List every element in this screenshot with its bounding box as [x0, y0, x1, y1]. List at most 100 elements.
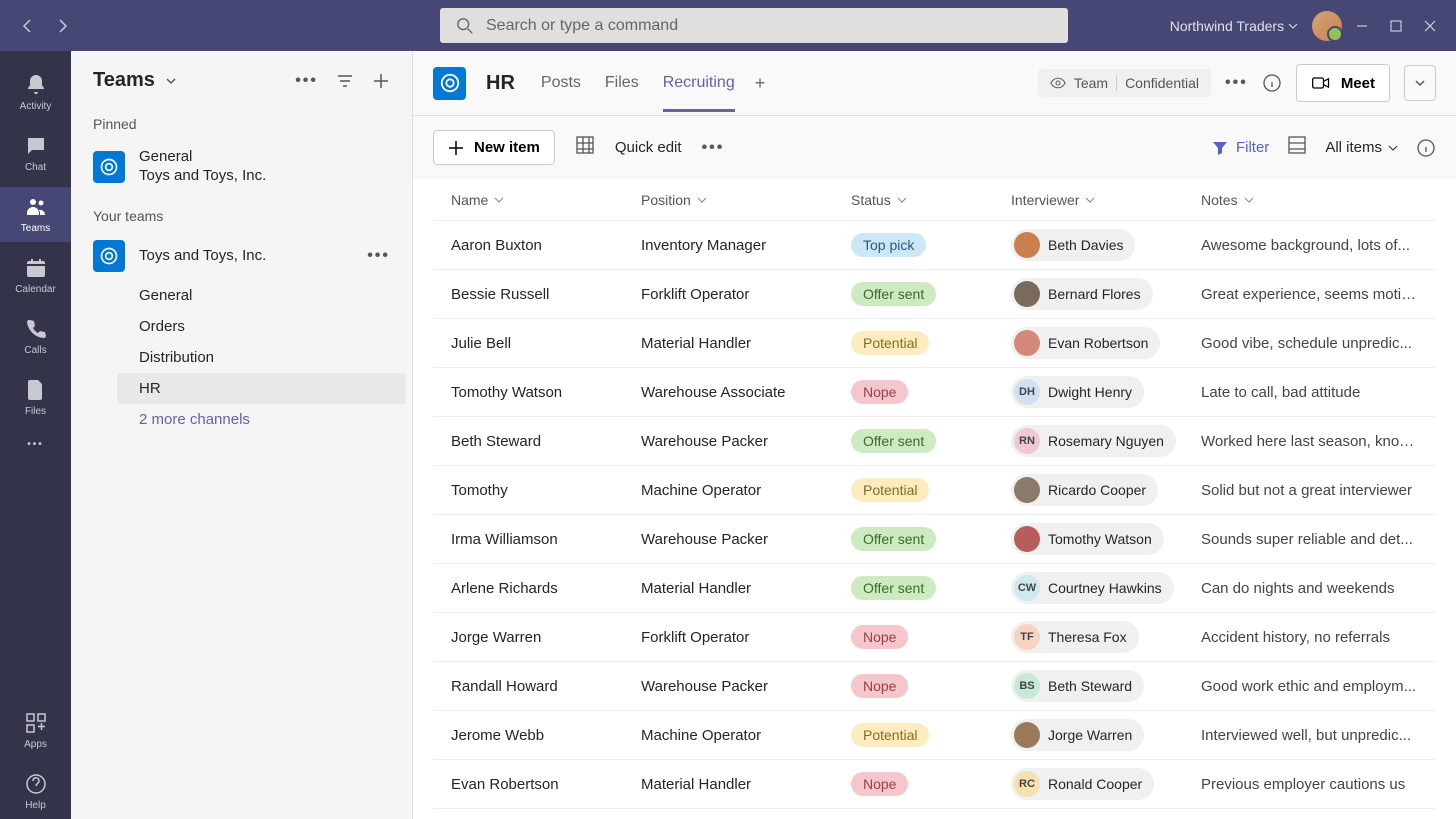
- cell-status: Nope: [851, 380, 1011, 404]
- cell-status: Nope: [851, 674, 1011, 698]
- column-notes[interactable]: Notes: [1201, 192, 1418, 208]
- table-row[interactable]: Evan RobertsonMaterial HandlerNopeRCRona…: [433, 760, 1436, 809]
- pinned-channel[interactable]: GeneralToys and Toys, Inc.: [71, 140, 412, 194]
- cell-notes: Late to call, bad attitude: [1201, 384, 1418, 401]
- table-row[interactable]: Arlene RichardsMaterial HandlerOffer sen…: [433, 564, 1436, 613]
- cell-status: Offer sent: [851, 429, 1011, 453]
- filter-button[interactable]: Filter: [1212, 139, 1269, 156]
- toolbar-more-icon[interactable]: •••: [702, 139, 725, 157]
- cell-interviewer: RNRosemary Nguyen: [1011, 425, 1201, 457]
- channel-title: HR: [486, 72, 515, 95]
- cell-position: Machine Operator: [641, 727, 851, 744]
- channel-hr[interactable]: HR: [117, 373, 406, 404]
- column-interviewer[interactable]: Interviewer: [1011, 192, 1201, 208]
- channel-orders[interactable]: Orders: [117, 311, 406, 342]
- cell-position: Material Handler: [641, 580, 851, 597]
- cell-position: Material Handler: [641, 335, 851, 352]
- rail-chat[interactable]: Chat: [0, 126, 71, 181]
- back-icon[interactable]: [20, 18, 36, 34]
- rail-teams[interactable]: Teams: [0, 187, 71, 242]
- table-row[interactable]: Julie BellMaterial HandlerPotentialEvan …: [433, 319, 1436, 368]
- add-tab-button[interactable]: +: [755, 73, 766, 94]
- column-position[interactable]: Position: [641, 192, 851, 208]
- cell-name: Irma Williamson: [451, 531, 641, 548]
- cell-status: Potential: [851, 723, 1011, 747]
- tab-files[interactable]: Files: [605, 54, 639, 112]
- sidebar-title[interactable]: Teams: [93, 69, 155, 92]
- cell-status: Potential: [851, 331, 1011, 355]
- cell-name: Bessie Russell: [451, 286, 641, 303]
- sensitivity-label[interactable]: Team Confidential: [1038, 69, 1211, 97]
- meet-button[interactable]: Meet: [1296, 64, 1390, 102]
- cell-notes: Interviewed well, but unpredic...: [1201, 727, 1418, 744]
- channel-general[interactable]: General: [117, 280, 406, 311]
- tab-more-icon[interactable]: •••: [1225, 74, 1248, 92]
- list-toolbar: New item Quick edit ••• Filter All items: [413, 116, 1456, 179]
- cell-interviewer: Evan Robertson: [1011, 327, 1201, 359]
- table-row[interactable]: Tomothy WatsonWarehouse AssociateNopeDHD…: [433, 368, 1436, 417]
- cell-name: Julie Bell: [451, 335, 641, 352]
- info-icon[interactable]: [1262, 73, 1282, 93]
- cell-status: Offer sent: [851, 576, 1011, 600]
- quick-edit-button[interactable]: Quick edit: [615, 139, 682, 156]
- cell-notes: Sounds super reliable and det...: [1201, 531, 1418, 548]
- grid-view-icon[interactable]: [575, 135, 595, 160]
- team-more-icon[interactable]: •••: [367, 247, 390, 265]
- app-rail: Activity Chat Teams Calendar Calls Files…: [0, 51, 71, 819]
- table-row[interactable]: Beth StewardWarehouse PackerOffer sentRN…: [433, 417, 1436, 466]
- rail-files[interactable]: Files: [0, 370, 71, 425]
- video-icon: [1311, 73, 1331, 93]
- table-row[interactable]: Aaron BuxtonInventory ManagerTop pickBet…: [433, 221, 1436, 270]
- cell-status: Nope: [851, 625, 1011, 649]
- rail-apps[interactable]: Apps: [0, 703, 71, 758]
- view-selector[interactable]: All items: [1325, 139, 1398, 156]
- search-input[interactable]: Search or type a command: [440, 8, 1068, 43]
- team-icon: [93, 240, 125, 272]
- cell-status: Nope: [851, 772, 1011, 796]
- chevron-down-icon[interactable]: [165, 75, 177, 87]
- table-row[interactable]: TomothyMachine OperatorPotentialRicardo …: [433, 466, 1436, 515]
- view-options-icon[interactable]: [1287, 135, 1307, 160]
- new-item-button[interactable]: New item: [433, 130, 555, 165]
- minimize-icon[interactable]: [1356, 20, 1368, 32]
- cell-status: Offer sent: [851, 527, 1011, 551]
- cell-position: Forklift Operator: [641, 286, 851, 303]
- rail-activity[interactable]: Activity: [0, 65, 71, 120]
- cell-notes: Worked here last season, know...: [1201, 433, 1418, 450]
- table-row[interactable]: Randall HowardWarehouse PackerNopeBSBeth…: [433, 662, 1436, 711]
- org-dropdown[interactable]: Northwind Traders: [1170, 18, 1298, 34]
- column-status[interactable]: Status: [851, 192, 1011, 208]
- rail-calendar[interactable]: Calendar: [0, 248, 71, 303]
- rail-calls[interactable]: Calls: [0, 309, 71, 364]
- cell-notes: Accident history, no referrals: [1201, 629, 1418, 646]
- table-row[interactable]: Jorge WarrenForklift OperatorNopeTFThere…: [433, 613, 1436, 662]
- sidebar-more-icon[interactable]: •••: [295, 72, 318, 90]
- table-row[interactable]: Irma WilliamsonWarehouse PackerOffer sen…: [433, 515, 1436, 564]
- filter-icon[interactable]: [336, 72, 354, 90]
- funnel-icon: [1212, 140, 1228, 156]
- rail-help[interactable]: Help: [0, 764, 71, 819]
- cell-notes: Can do nights and weekends: [1201, 580, 1418, 597]
- column-name[interactable]: Name: [451, 192, 641, 208]
- channel-distribution[interactable]: Distribution: [117, 342, 406, 373]
- close-icon[interactable]: [1424, 20, 1436, 32]
- cell-name: Arlene Richards: [451, 580, 641, 597]
- table-row[interactable]: Bessie RussellForklift OperatorOffer sen…: [433, 270, 1436, 319]
- eye-icon: [1050, 75, 1066, 91]
- rail-more[interactable]: •••: [0, 431, 71, 458]
- tab-recruiting[interactable]: Recruiting: [663, 54, 735, 112]
- details-icon[interactable]: [1416, 138, 1436, 158]
- forward-icon[interactable]: [54, 18, 70, 34]
- meet-dropdown[interactable]: [1404, 65, 1436, 101]
- cell-notes: Solid but not a great interviewer: [1201, 482, 1418, 499]
- tab-posts[interactable]: Posts: [541, 54, 581, 112]
- add-team-icon[interactable]: [372, 72, 390, 90]
- cell-position: Machine Operator: [641, 482, 851, 499]
- more-channels-link[interactable]: 2 more channels: [117, 404, 406, 435]
- maximize-icon[interactable]: [1390, 20, 1402, 32]
- cell-name: Evan Robertson: [451, 776, 641, 793]
- team-item[interactable]: Toys and Toys, Inc. •••: [71, 232, 412, 280]
- user-avatar[interactable]: [1312, 11, 1342, 41]
- table-row[interactable]: Jerome WebbMachine OperatorPotentialJorg…: [433, 711, 1436, 760]
- cell-notes: Good work ethic and employm...: [1201, 678, 1418, 695]
